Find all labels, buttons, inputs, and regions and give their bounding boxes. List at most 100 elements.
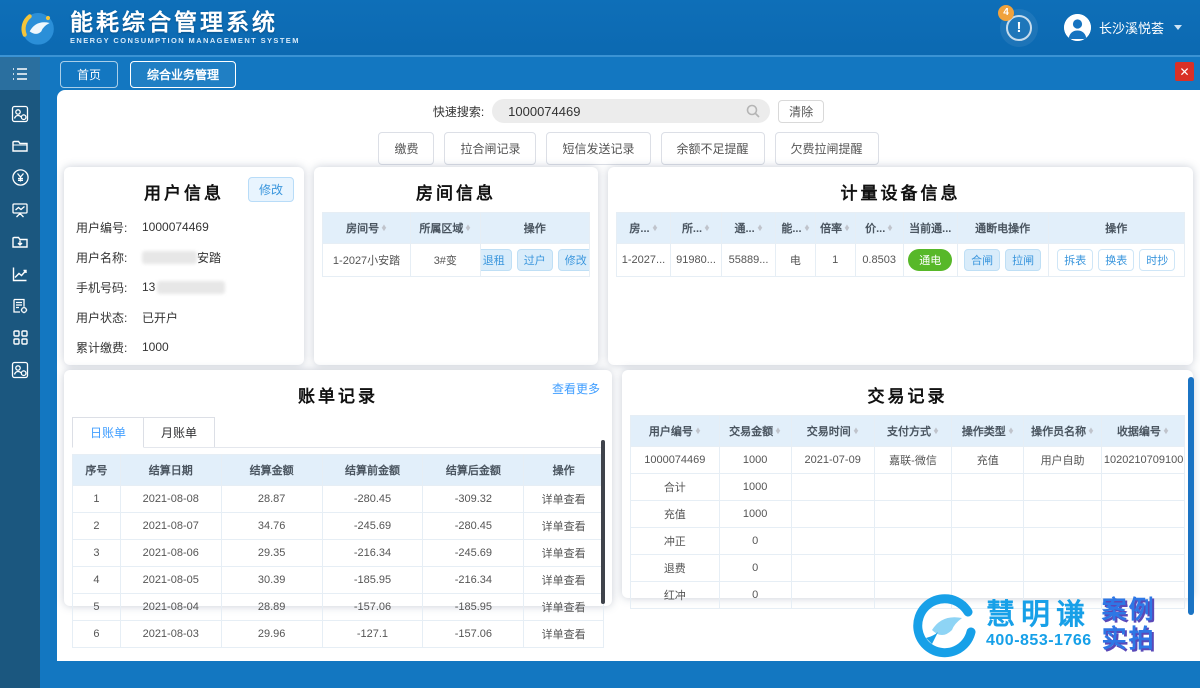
sidebar-item-report-settings[interactable] bbox=[0, 290, 40, 321]
search-input[interactable] bbox=[492, 99, 770, 123]
sidebar-item-payment[interactable] bbox=[0, 162, 40, 193]
bill-table-row: 3 2021-08-06 29.35 -216.34 -245.69 详单查看 bbox=[73, 540, 604, 567]
trans-operator-cell bbox=[1024, 501, 1102, 528]
sidebar-item-dashboard[interactable] bbox=[0, 194, 40, 225]
bill-date-cell: 2021-08-07 bbox=[120, 513, 221, 540]
bill-detail-link[interactable]: 详单查看 bbox=[524, 567, 604, 594]
dev-col-power-actions: 通断电操作 bbox=[957, 213, 1048, 244]
close-switch-button[interactable]: 合闸 bbox=[964, 249, 1000, 271]
app-logo-icon bbox=[18, 8, 58, 48]
trans-operator-cell: 用户自助 bbox=[1024, 447, 1102, 474]
sort-icon: ▲▼ bbox=[804, 226, 810, 232]
power-on-badge: 通电 bbox=[908, 249, 952, 271]
user-menu[interactable]: 长沙溪悦荟 bbox=[1064, 14, 1182, 41]
timed-read-button[interactable]: 时抄 bbox=[1139, 249, 1175, 271]
open-switch-button[interactable]: 拉闸 bbox=[1005, 249, 1041, 271]
view-more-link[interactable]: 查看更多 bbox=[552, 380, 600, 397]
sidebar-item-import[interactable] bbox=[0, 226, 40, 257]
app-subtitle: ENERGY CONSUMPTION MANAGEMENT SYSTEM bbox=[70, 36, 300, 45]
transaction-records-title: 交易记录 bbox=[630, 378, 1185, 415]
bill-before-cell: -185.95 bbox=[322, 567, 423, 594]
sidebar-item-folder[interactable] bbox=[0, 130, 40, 161]
sidebar bbox=[0, 57, 40, 688]
transfer-button[interactable]: 过户 bbox=[517, 249, 553, 271]
status-value: 已开户 bbox=[142, 309, 178, 326]
sms-records-button[interactable]: 短信发送记录 bbox=[546, 132, 650, 165]
modify-room-button[interactable]: 修改 bbox=[558, 249, 590, 271]
trans-col-user-no[interactable]: 用户编号▲▼ bbox=[631, 416, 720, 447]
tab-monthly-bills[interactable]: 月账单 bbox=[144, 417, 215, 447]
cancel-lease-button[interactable]: 退租 bbox=[480, 249, 512, 271]
sort-icon: ▲▼ bbox=[465, 226, 471, 232]
dev-belong-cell: 91980... bbox=[670, 244, 721, 277]
bill-table-row: 1 2021-08-08 28.87 -280.45 -309.32 详单查看 bbox=[73, 486, 604, 513]
arrears-alert-button[interactable]: 欠费拉闸提醒 bbox=[775, 132, 879, 165]
trans-col-method[interactable]: 支付方式▲▼ bbox=[874, 416, 952, 447]
sidebar-item-user-settings-alt[interactable] bbox=[0, 354, 40, 385]
bill-amount-cell: 29.96 bbox=[221, 621, 322, 648]
replace-meter-button[interactable]: 换表 bbox=[1098, 249, 1134, 271]
bill-detail-link[interactable]: 详单查看 bbox=[524, 594, 604, 621]
bill-detail-link[interactable]: 详单查看 bbox=[524, 486, 604, 513]
close-icon[interactable]: ✕ bbox=[1175, 62, 1194, 81]
tab-daily-bills[interactable]: 日账单 bbox=[72, 417, 144, 448]
tab-home[interactable]: 首页 bbox=[60, 61, 118, 88]
sidebar-item-user-settings[interactable] bbox=[0, 98, 40, 129]
trans-receipt-cell bbox=[1101, 528, 1184, 555]
bill-col-date: 结算日期 bbox=[120, 455, 221, 486]
dev-col-comm[interactable]: 通...▲▼ bbox=[722, 213, 776, 244]
dev-col-rate[interactable]: 倍率▲▼ bbox=[815, 213, 855, 244]
trans-col-time[interactable]: 交易时间▲▼ bbox=[791, 416, 874, 447]
bill-seq-cell: 2 bbox=[73, 513, 121, 540]
trans-time-cell bbox=[791, 474, 874, 501]
sidebar-item-menu[interactable] bbox=[0, 57, 40, 90]
dev-col-belong[interactable]: 所...▲▼ bbox=[670, 213, 721, 244]
trans-type-cell bbox=[952, 582, 1024, 609]
total-paid-value: 1000 bbox=[142, 340, 169, 354]
room-col-room[interactable]: 房间号▲▼ bbox=[323, 213, 411, 244]
trans-type-cell: 充值 bbox=[952, 447, 1024, 474]
person-icon bbox=[1064, 14, 1091, 41]
trans-type-cell bbox=[952, 501, 1024, 528]
dev-price-cell: 0.8503 bbox=[855, 244, 903, 277]
remove-meter-button[interactable]: 拆表 bbox=[1057, 249, 1093, 271]
sidebar-item-apps[interactable] bbox=[0, 322, 40, 353]
dev-col-energy[interactable]: 能...▲▼ bbox=[776, 213, 816, 244]
edit-user-button[interactable]: 修改 bbox=[248, 177, 294, 202]
avatar bbox=[1064, 14, 1091, 41]
trans-method-cell bbox=[874, 555, 952, 582]
trans-method-cell: 嘉联-微信 bbox=[874, 447, 952, 474]
tab-business-management[interactable]: 综合业务管理 bbox=[130, 61, 236, 88]
pay-button[interactable]: 缴费 bbox=[378, 132, 434, 165]
bill-detail-link[interactable]: 详单查看 bbox=[524, 540, 604, 567]
trans-col-receipt[interactable]: 收据编号▲▼ bbox=[1101, 416, 1184, 447]
low-balance-alert-button[interactable]: 余额不足提醒 bbox=[661, 132, 765, 165]
apps-grid-icon bbox=[12, 329, 29, 346]
trans-col-operator[interactable]: 操作员名称▲▼ bbox=[1024, 416, 1102, 447]
trans-time-cell bbox=[791, 528, 874, 555]
trans-user-no-cell: 1000074469 bbox=[631, 447, 720, 474]
clear-search-button[interactable]: 清除 bbox=[778, 100, 824, 123]
bill-detail-link[interactable]: 详单查看 bbox=[524, 513, 604, 540]
dev-col-room[interactable]: 房...▲▼ bbox=[617, 213, 671, 244]
trans-col-amount[interactable]: 交易金额▲▼ bbox=[719, 416, 791, 447]
dev-col-price[interactable]: 价...▲▼ bbox=[855, 213, 903, 244]
bill-after-cell: -216.34 bbox=[423, 567, 524, 594]
room-col-area[interactable]: 所属区域▲▼ bbox=[411, 213, 480, 244]
notification-button[interactable]: ! 4 bbox=[1000, 9, 1038, 47]
bill-after-cell: -309.32 bbox=[423, 486, 524, 513]
user-no-value: 1000074469 bbox=[142, 220, 209, 234]
bill-table-scrollbar[interactable] bbox=[601, 440, 605, 604]
trans-time-cell bbox=[791, 501, 874, 528]
presentation-chart-icon bbox=[11, 201, 29, 219]
trans-user-no-cell: 退费 bbox=[631, 555, 720, 582]
quick-actions-row: 缴费 拉合闸记录 短信发送记录 余额不足提醒 欠费拉闸提醒 bbox=[57, 132, 1200, 165]
trans-method-cell bbox=[874, 582, 952, 609]
status-label: 用户状态: bbox=[76, 309, 142, 326]
switch-records-button[interactable]: 拉合闸记录 bbox=[444, 132, 536, 165]
bill-date-cell: 2021-08-08 bbox=[120, 486, 221, 513]
bill-detail-link[interactable]: 详单查看 bbox=[524, 621, 604, 648]
page-scrollbar[interactable] bbox=[1188, 377, 1194, 615]
trans-col-type[interactable]: 操作类型▲▼ bbox=[952, 416, 1024, 447]
sidebar-item-statistics[interactable] bbox=[0, 258, 40, 289]
